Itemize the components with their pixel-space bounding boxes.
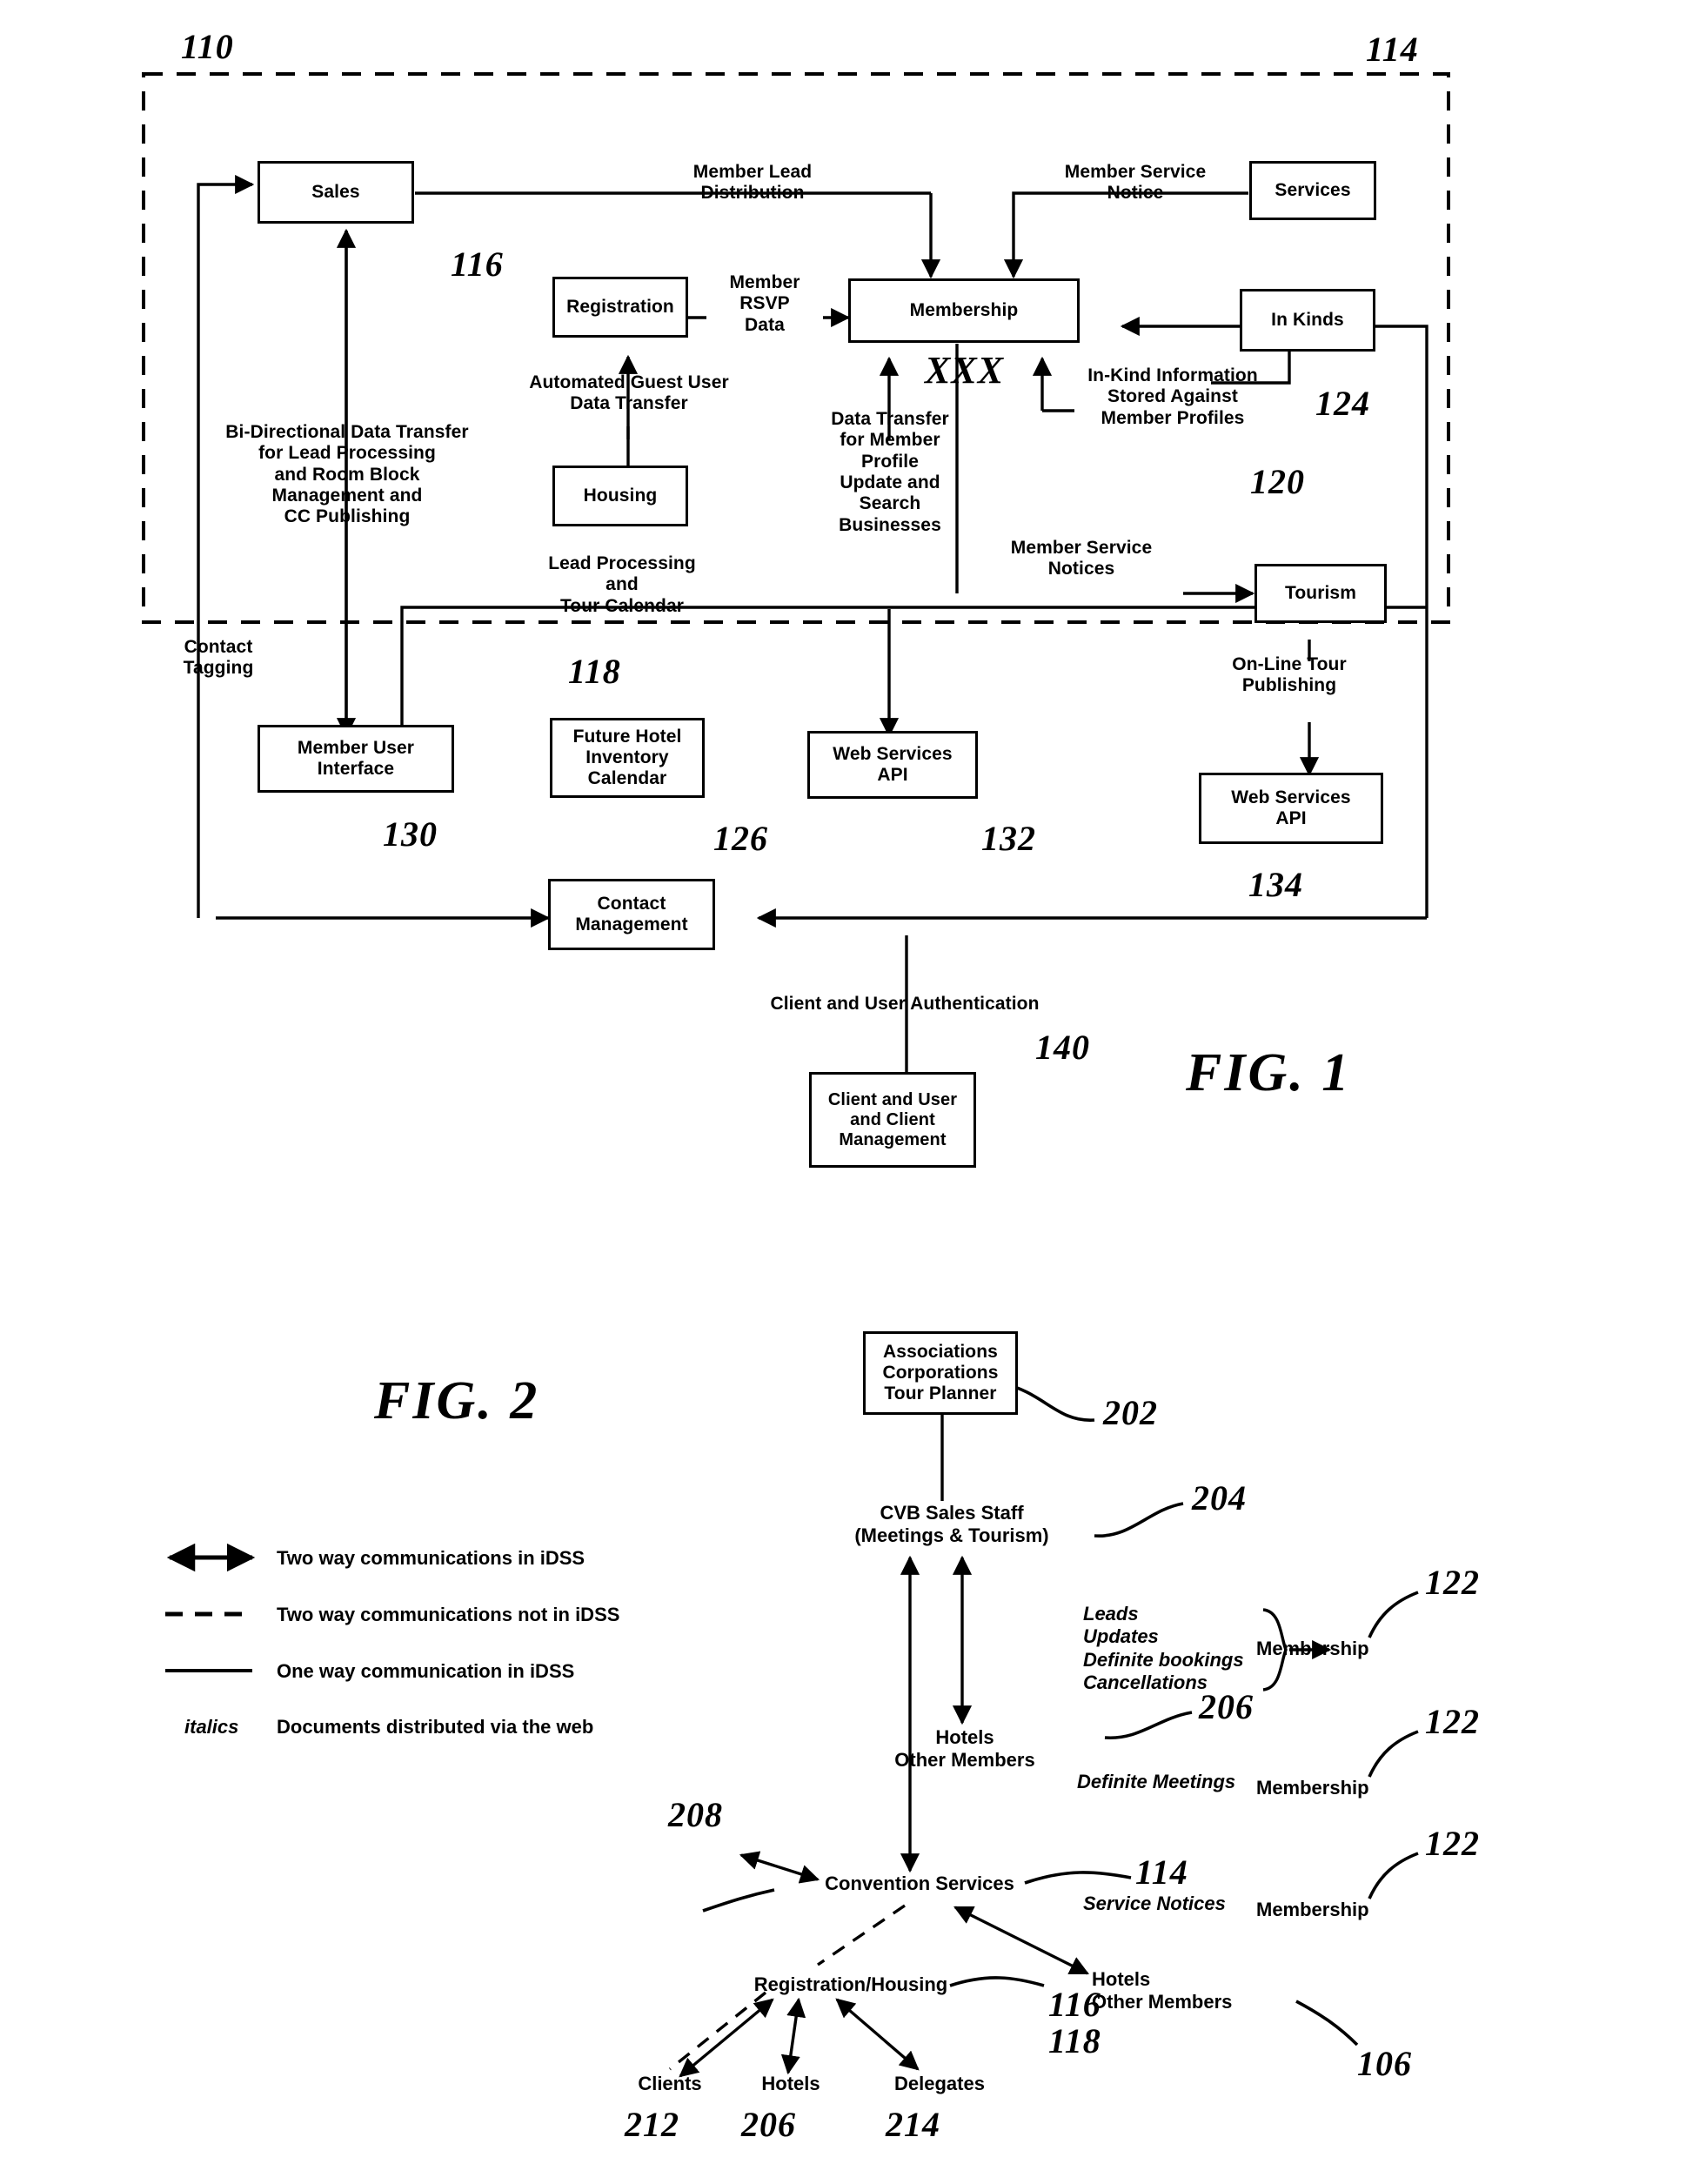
- box-in-kinds[interactable]: In Kinds: [1240, 289, 1375, 352]
- ref2-208: 208: [668, 1795, 723, 1834]
- node-registration-housing[interactable]: Registration/Housing: [729, 1973, 973, 1996]
- label-member-service-notice: Member Service Notice: [1064, 162, 1207, 204]
- ref-116: 116: [451, 245, 504, 284]
- node-associations-label: Associations Corporations Tour Planner: [882, 1341, 999, 1404]
- node-delegates[interactable]: Delegates: [870, 2073, 1009, 2095]
- label-leads-updates-bookings-cancellations: Leads Updates Definite bookings Cancella…: [1083, 1603, 1244, 1694]
- ref-114: 114: [1366, 30, 1419, 69]
- box-future-hotel-inventory-calendar-label: Future Hotel Inventory Calendar: [572, 726, 682, 789]
- box-housing-label: Housing: [583, 485, 658, 506]
- box-membership[interactable]: Membership: [848, 278, 1080, 343]
- box-future-hotel-inventory-calendar[interactable]: Future Hotel Inventory Calendar: [550, 718, 705, 798]
- ref2-206b: 206: [741, 2105, 796, 2144]
- legend-item-2-text: One way communication in iDSS: [277, 1660, 575, 1682]
- box-registration[interactable]: Registration: [552, 277, 688, 338]
- node-membership-2[interactable]: Membership: [1256, 1777, 1482, 1799]
- box-tourism[interactable]: Tourism: [1254, 564, 1387, 623]
- box-web-services-api-134[interactable]: Web Services API: [1199, 773, 1383, 844]
- ref2-122b: 122: [1425, 1702, 1480, 1741]
- box-in-kinds-label: In Kinds: [1271, 309, 1344, 330]
- node-clients[interactable]: Clients: [609, 2073, 731, 2095]
- box-tourism-label: Tourism: [1285, 582, 1356, 603]
- node-hotels-other-members-1[interactable]: Hotels Other Members: [870, 1726, 1060, 1772]
- label-client-user-authentication: Client and User Authentication: [770, 994, 1040, 1014]
- ref-132: 132: [981, 819, 1036, 858]
- ref-118: 118: [568, 652, 621, 691]
- ref2-204: 204: [1192, 1478, 1247, 1517]
- annotation-xxx: XXX: [925, 349, 1005, 392]
- box-contact-management[interactable]: Contact Management: [548, 879, 715, 950]
- ref-124: 124: [1315, 384, 1370, 423]
- label-contact-tagging: Contact Tagging: [183, 637, 254, 679]
- box-services-label: Services: [1275, 179, 1351, 200]
- node-membership-3[interactable]: Membership: [1256, 1899, 1482, 1921]
- box-client-user-client-management[interactable]: Client and User and Client Management: [809, 1072, 976, 1168]
- label-in-kind-information: In-Kind Information Stored Against Membe…: [1087, 365, 1258, 428]
- ref2-202: 202: [1103, 1393, 1158, 1432]
- label-member-service-notices: Member Service Notices: [1010, 538, 1153, 579]
- label-on-line-tour-publishing: On-Line Tour Publishing: [1232, 654, 1347, 696]
- box-services[interactable]: Services: [1249, 161, 1376, 220]
- ref2-118: 118: [1048, 2021, 1101, 2060]
- box-registration-label: Registration: [566, 296, 674, 317]
- node-convention-services[interactable]: Convention Services: [811, 1872, 1028, 1895]
- box-web-services-api-132-label: Web Services API: [833, 743, 953, 785]
- patent-figure-sheet: Sales Services Registration Membership I…: [0, 0, 1686, 2184]
- node-associations-corporations-tour-planner[interactable]: Associations Corporations Tour Planner: [863, 1331, 1018, 1415]
- box-client-user-client-management-label: Client and User and Client Management: [827, 1089, 958, 1149]
- box-membership-label: Membership: [909, 299, 1019, 320]
- ref-126: 126: [713, 819, 768, 858]
- node-hotels[interactable]: Hotels: [731, 2073, 851, 2095]
- box-sales[interactable]: Sales: [258, 161, 414, 224]
- ref2-122c: 122: [1425, 1824, 1480, 1863]
- figure-1-title: FIG. 1: [1186, 1043, 1352, 1102]
- label-automated-guest-user-data-transfer: Automated Guest User Data Transfer: [529, 372, 729, 414]
- ref2-116: 116: [1048, 1985, 1101, 2024]
- ref-120: 120: [1250, 462, 1305, 501]
- box-web-services-api-132[interactable]: Web Services API: [807, 731, 978, 799]
- box-housing[interactable]: Housing: [552, 466, 688, 526]
- ref2-214: 214: [886, 2105, 940, 2144]
- legend-item-0-text: Two way communications in iDSS: [277, 1547, 585, 1569]
- label-bi-directional-data-transfer: Bi-Directional Data Transfer for Lead Pr…: [225, 422, 469, 527]
- label-member-rsvp-data: Member RSVP Data: [729, 272, 800, 335]
- legend-item-3-text: Documents distributed via the web: [277, 1716, 594, 1738]
- ref2-212: 212: [625, 2105, 679, 2144]
- label-data-transfer-member-profile: Data Transfer for Member Profile Update …: [831, 409, 949, 535]
- ref2-114: 114: [1135, 1852, 1188, 1892]
- figure-2-title: FIG. 2: [374, 1371, 540, 1430]
- node-cvb-sales-staff[interactable]: CVB Sales Staff (Meetings & Tourism): [833, 1502, 1070, 1547]
- label-lead-processing-tour-calendar: Lead Processing and Tour Calendar: [548, 553, 696, 616]
- box-sales-label: Sales: [311, 181, 360, 202]
- ref2-122a: 122: [1425, 1563, 1480, 1602]
- ref-134: 134: [1248, 865, 1303, 904]
- ref-130: 130: [383, 814, 438, 854]
- box-member-user-interface[interactable]: Member User Interface: [258, 725, 454, 793]
- node-membership-1[interactable]: Membership: [1256, 1638, 1482, 1660]
- legend-item-3-symbol-label: italics: [184, 1716, 239, 1738]
- box-contact-management-label: Contact Management: [575, 893, 688, 935]
- ref-110: 110: [181, 27, 234, 66]
- ref-140: 140: [1035, 1028, 1090, 1067]
- legend-item-1-text: Two way communications not in iDSS: [277, 1604, 620, 1625]
- box-web-services-api-134-label: Web Services API: [1231, 787, 1351, 828]
- ref2-206a: 206: [1199, 1687, 1254, 1726]
- node-hotels-other-members-2[interactable]: Hotels Other Members: [1092, 1968, 1283, 2013]
- label-member-lead-distribution: Member Lead Distribution: [692, 162, 813, 204]
- box-member-user-interface-label: Member User Interface: [297, 737, 415, 779]
- ref2-106: 106: [1357, 2044, 1412, 2083]
